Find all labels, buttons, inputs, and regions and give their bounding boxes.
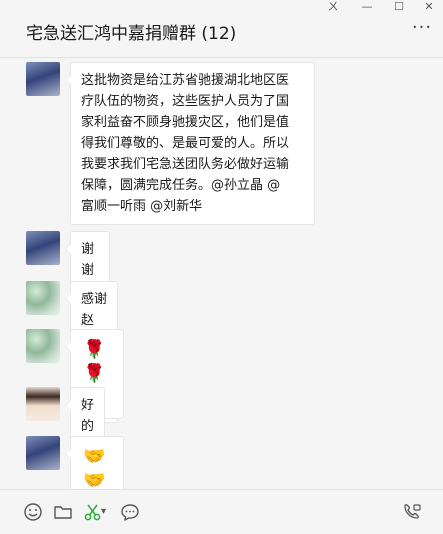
avatar-flowers-green[interactable] xyxy=(26,281,60,315)
more-options-button[interactable]: ··· xyxy=(409,18,435,38)
phone-call-icon[interactable] xyxy=(402,502,422,522)
folder-icon[interactable] xyxy=(53,502,73,522)
message-line: 得我们尊敬的、是最可爱的人。所以 xyxy=(81,136,290,151)
close-icon[interactable]: ✕ xyxy=(418,0,440,14)
message-line: 家利益奋不顾身驰援灾区，他们是值 xyxy=(81,115,290,130)
scissors-icon[interactable] xyxy=(83,502,103,522)
pin-icon[interactable]: ㄨ xyxy=(322,0,344,14)
message-line: 我要求我们宅急送团队务必做好运输 xyxy=(81,157,290,172)
avatar-flowers-green[interactable] xyxy=(26,329,60,363)
message-line: 疗队伍的物资，这些医护人员为了国 xyxy=(81,94,290,109)
message-line: 保障，圆满完成任务。@孙立晶 @ xyxy=(81,178,281,193)
minimize-icon[interactable]: — xyxy=(356,0,378,14)
message-line: 富顺一听雨 @刘新华 xyxy=(81,199,203,214)
avatar-couple-blue[interactable] xyxy=(26,231,60,265)
chat-message-list[interactable]: 这批物资是给江苏省驰援湖北地区医 疗队伍的物资，这些医护人员为了国 家利益奋不顾… xyxy=(0,59,443,502)
avatar-couple-blue[interactable] xyxy=(26,62,60,96)
avatar-woman[interactable] xyxy=(26,387,60,421)
input-toolbar: ▾ xyxy=(0,490,443,534)
message-line: 这批物资是给江苏省驰援湖北地区医 xyxy=(81,73,290,88)
chat-title: 宅急送汇鸿中嘉捐赠群 (12) xyxy=(26,24,237,44)
maximize-icon[interactable]: ☐ xyxy=(388,0,410,14)
smiley-icon[interactable] xyxy=(23,502,43,522)
chat-bubble-icon[interactable] xyxy=(120,502,140,522)
avatar-couple-blue[interactable] xyxy=(26,436,60,470)
chevron-down-icon[interactable]: ▾ xyxy=(101,502,111,522)
title-bar: 宅急送汇鸿中嘉捐赠群 (12) ㄨ — ☐ ✕ ··· xyxy=(0,0,443,58)
message-bubble[interactable]: 这批物资是给江苏省驰援湖北地区医 疗队伍的物资，这些医护人员为了国 家利益奋不顾… xyxy=(65,62,315,225)
